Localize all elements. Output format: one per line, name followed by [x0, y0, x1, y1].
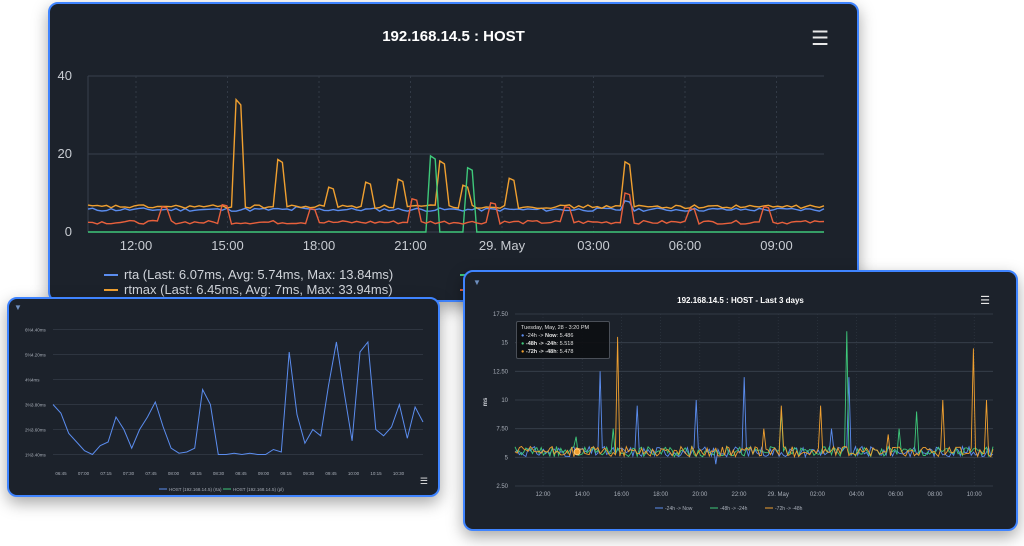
y-tick-label: 40 [58, 68, 72, 83]
comparison-chart-panel: ▼ 192.168.14.5 : HOST - Last 3 days ☰ 2.… [463, 270, 1018, 531]
x-tick-label: 18:00 [303, 238, 336, 253]
y-tick-label: 12.50 [493, 369, 509, 375]
x-tick-label: 21:00 [394, 238, 427, 253]
chart-tooltip: Tuesday, May, 28 - 3:20 PM ● -24h -> Now… [516, 321, 610, 359]
x-tick-label: 08:00 [927, 492, 943, 498]
x-tick-label: 09:45 [325, 471, 337, 476]
y-tick-label: 10 [501, 398, 508, 404]
x-tick-label: 08:15 [190, 471, 202, 476]
x-tick-label: 06:00 [669, 238, 702, 253]
x-tick-label: 29. May [479, 238, 526, 253]
x-tick-label: 20:00 [692, 492, 708, 498]
x-tick-label: 04:00 [849, 492, 865, 498]
x-tick-label: 08:45 [235, 471, 247, 476]
x-tick-label: 07:30 [123, 471, 135, 476]
y-tick-label-right: 4ms [31, 378, 40, 383]
hover-marker [573, 448, 581, 456]
x-tick-label: 06:45 [55, 471, 67, 476]
x-tick-label: 07:15 [100, 471, 112, 476]
y-axis-label: ms [483, 397, 489, 406]
legend-label: rta (Last: 6.07ms, Avg: 5.74ms, Max: 13.… [124, 267, 393, 282]
x-tick-label: 06:00 [888, 492, 904, 498]
x-tick-label: 09:30 [303, 471, 315, 476]
x-tick-label: 07:45 [145, 471, 157, 476]
tooltip-date: Tuesday, May, 28 - 3:20 PM [521, 325, 590, 331]
x-tick-label: 07:00 [78, 471, 90, 476]
legend-label: HOST (192.168.14.5) (rta) [169, 487, 222, 492]
x-tick-label: 09:15 [280, 471, 292, 476]
y-tick-label-right: 4.40ms [31, 328, 47, 333]
x-tick-label: 12:00 [120, 238, 153, 253]
main-line-chart: 0 20 40 12:00 15:00 18:00 21:00 29. May 03:00 06:… [58, 68, 825, 297]
series-line-p [88, 154, 824, 233]
y-tick-label-right: 3.60ms [31, 428, 47, 433]
y-tick-label: 17.50 [493, 312, 509, 318]
x-tick-label: 09:00 [760, 238, 793, 253]
y-tick-label: 5 [505, 455, 509, 461]
legend-label: rtmax (Last: 6.45ms, Avg: 7ms, Max: 33.9… [124, 282, 393, 297]
legend-label: -24h -> Now [665, 506, 693, 512]
x-tick-label: 10:15 [370, 471, 382, 476]
legend-label: -72h -> -48h [775, 506, 803, 512]
y-tick-label: 0 [65, 224, 72, 239]
x-tick-label: 10:30 [393, 471, 405, 476]
x-tick-label: 10:00 [348, 471, 360, 476]
x-tick-label: 14:00 [575, 492, 591, 498]
x-tick-label: 02:00 [810, 492, 826, 498]
y-tick-label-right: 3.40ms [31, 453, 47, 458]
y-tick-label-right: 4.20ms [31, 353, 47, 358]
y-tick-label: 2.50 [496, 484, 508, 490]
x-tick-label: 10:00 [967, 492, 983, 498]
legend-label: -48h -> -24h [720, 506, 748, 512]
x-tick-label: 03:00 [577, 238, 610, 253]
x-tick-label: 12:00 [535, 492, 551, 498]
main-chart-panel: 192.168.14.5 : HOST ☰ 0 20 40 12:00 15:00 18:… [48, 2, 859, 302]
y-tick-label-right: 3.80ms [31, 403, 47, 408]
y-tick-label: 7.50 [496, 427, 508, 433]
tooltip-row: ● -72h -> -48h: 5.478 [521, 349, 574, 355]
x-tick-label: 18:00 [653, 492, 669, 498]
x-tick-label: 29. May [768, 492, 789, 498]
x-tick-label: 08:00 [168, 471, 180, 476]
x-tick-label: 22:00 [731, 492, 747, 498]
x-tick-label: 16:00 [614, 492, 630, 498]
x-tick-label: 08:30 [213, 471, 225, 476]
small-chart-panel: ▼ ☰ 1% 3.40ms 2% 3.60ms 3% 3.80ms 4% 4ms 5% 4.20m… [7, 297, 440, 497]
tooltip-row: ● -48h -> -24h: 5.518 [521, 341, 574, 347]
y-tick-label: 20 [58, 146, 72, 161]
series-line-rta [52, 340, 424, 456]
x-tick-label: 15:00 [211, 238, 244, 253]
y-tick-label: 15 [501, 341, 508, 347]
comparison-line-chart: 2.50 5 7.50 10 12.50 15 17.50 ms 12:00 14:00 16:00… [483, 312, 994, 512]
tooltip-row: ● -24h -> Now: 5.486 [521, 333, 574, 339]
legend-label: HOST (192.168.14.5) (pl) [233, 487, 284, 492]
x-tick-label: 09:00 [258, 471, 270, 476]
small-line-chart: 1% 3.40ms2% 3.60ms3% 3.80ms4% 4ms5% 4.20ms6% 4… [25, 328, 424, 492]
